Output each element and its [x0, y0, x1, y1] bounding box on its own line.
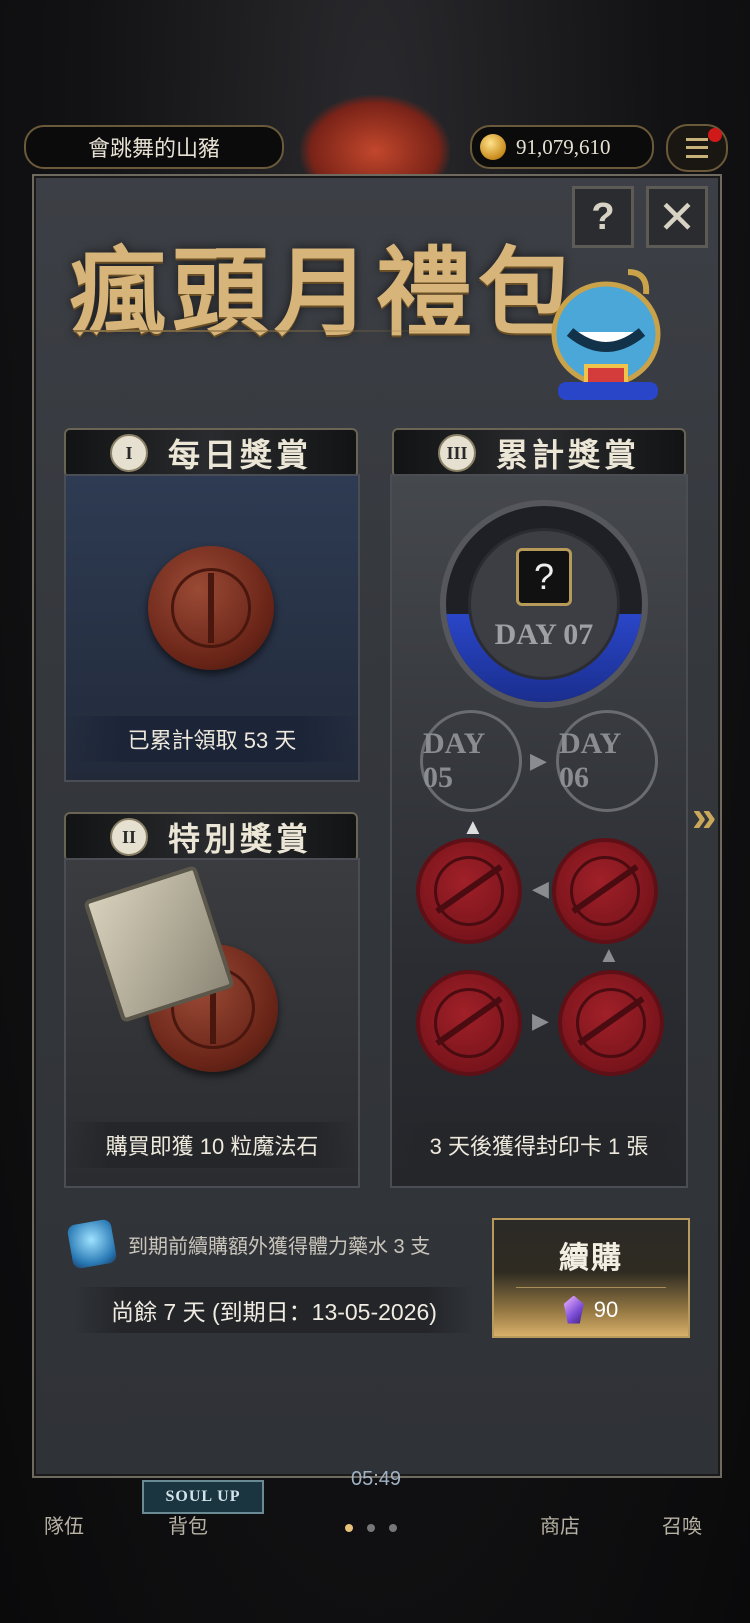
help-button[interactable]: ? — [572, 186, 634, 248]
stamina-potion-icon — [66, 1218, 118, 1270]
special-reward-caption: 購買即獲 10 粒魔法石 — [66, 1122, 358, 1168]
arrow-up-icon: ▲ — [598, 942, 620, 967]
special-reward-header: II 特別獎賞 — [64, 812, 358, 862]
next-page-arrow-icon[interactable]: » — [692, 792, 716, 842]
arrow-right-icon: ▶ — [530, 748, 547, 773]
daily-reward-caption: 已累計領取 53 天 — [66, 716, 358, 762]
close-button[interactable]: ✕ — [646, 186, 708, 248]
menu-button[interactable] — [666, 124, 728, 172]
current-day-label: DAY 07 — [494, 618, 594, 651]
coin-balance: 91,079,610 — [470, 125, 654, 169]
gold-coin-icon — [480, 134, 506, 160]
character-portrait — [300, 95, 450, 175]
player-name[interactable]: 會跳舞的山豬 — [24, 125, 284, 169]
potion-bonus-text: 到期前續購額外獲得體力藥水 3 支 — [128, 1235, 431, 1258]
renew-label: 續購 — [559, 1241, 623, 1275]
cumulative-reward-header: III 累計獎賞 — [392, 428, 686, 478]
cumulative-reward-title: 累計獎賞 — [495, 437, 640, 473]
nav-shop[interactable]: 商店 — [540, 1510, 580, 1539]
nav-bag[interactable]: 背包 — [168, 1510, 208, 1539]
nav-summon[interactable]: 召喚 — [662, 1510, 702, 1539]
seal-stamp-icon — [552, 838, 658, 944]
cumulative-reward-caption: 3 天後獲得封印卡 1 張 — [392, 1122, 686, 1168]
wax-seal-icon — [148, 546, 274, 670]
bottom-nav: SOUL UP 05:49 隊伍 背包 商店 召喚 — [0, 1468, 750, 1623]
panel-title: 瘋頭月禮包 — [70, 240, 580, 347]
renew-button[interactable]: 續購 90 — [492, 1218, 690, 1338]
day-05-ring: DAY 05 — [420, 710, 522, 812]
menu-icon — [686, 138, 708, 158]
renew-price: 90 — [563, 1295, 619, 1324]
arrow-up-icon: ▲ — [462, 814, 484, 839]
nav-team[interactable]: 隊伍 — [44, 1510, 84, 1539]
daily-reward-box[interactable]: 已累計領取 53 天 — [64, 474, 360, 782]
numeral-badge: I — [109, 434, 148, 472]
special-reward-title: 特別獎賞 — [167, 821, 312, 857]
title-underline — [74, 330, 474, 332]
soul-up-banner[interactable]: SOUL UP — [142, 1480, 264, 1514]
timer: 05:49 — [350, 1468, 402, 1490]
arrow-left-icon: ◀ — [532, 876, 549, 901]
lantern-mascot-icon — [551, 269, 661, 400]
coin-amount: 91,079,610 — [516, 134, 611, 159]
current-day-ring[interactable]: ? DAY 07 — [440, 500, 648, 708]
seal-stamp-icon — [558, 970, 664, 1076]
remaining-days: 尚餘 7 天 (到期日：13-05-2026) — [74, 1287, 474, 1333]
daily-reward-header: I 每日獎賞 — [64, 428, 358, 478]
numeral-badge: II — [109, 818, 148, 856]
day-06-ring: DAY 06 — [556, 710, 658, 812]
notification-dot — [708, 128, 722, 142]
renew-price-value: 90 — [593, 1296, 619, 1322]
arrow-right-icon: ▶ — [532, 1008, 549, 1033]
magic-stone-icon — [563, 1295, 584, 1324]
page-indicator — [345, 1524, 397, 1532]
seal-stamp-icon — [416, 970, 522, 1076]
numeral-badge: III — [437, 434, 476, 472]
daily-reward-title: 每日獎賞 — [167, 437, 312, 473]
mystery-card-icon: ? — [516, 548, 572, 606]
seal-stamp-icon — [416, 838, 522, 944]
potion-bonus-row: 到期前續購額外獲得體力藥水 3 支 — [66, 1218, 490, 1270]
